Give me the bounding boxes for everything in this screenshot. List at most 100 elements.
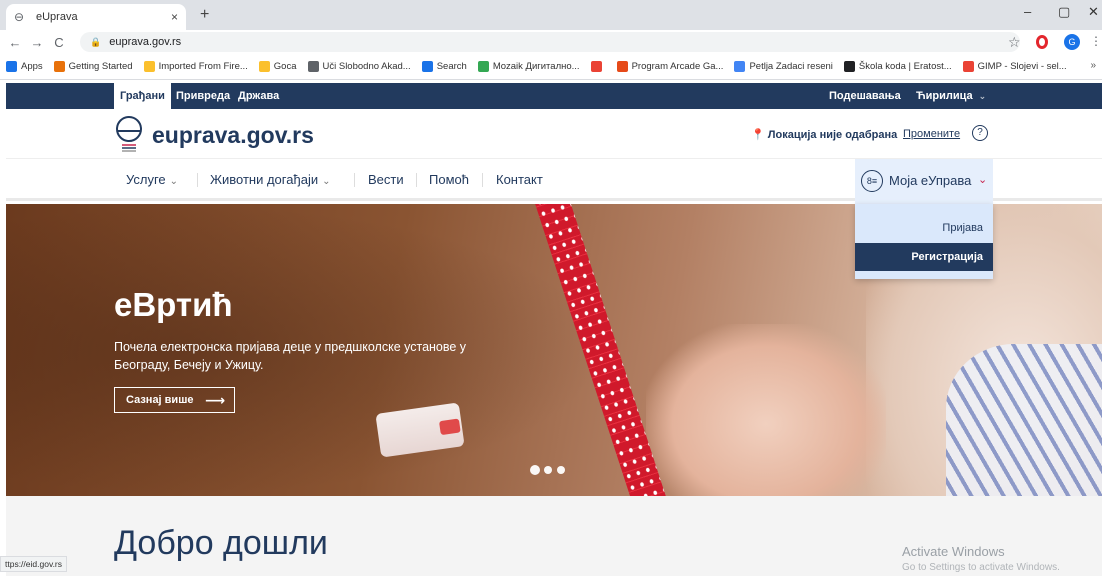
status-bar-url: ttps://eid.gov.rs <box>0 556 68 572</box>
script-label: Ћирилица <box>916 90 973 102</box>
location-pin-icon: 📍 <box>751 129 768 141</box>
nav-separator <box>354 173 355 187</box>
carousel-dot[interactable] <box>557 466 565 474</box>
reload-icon[interactable]: C <box>48 35 70 50</box>
bookmark-label: Imported From Fire... <box>158 61 248 72</box>
bookmark-label: Petlja Zadaci reseni <box>749 61 833 72</box>
nav-separator <box>482 173 483 187</box>
forward-icon[interactable]: → <box>26 35 48 50</box>
lock-icon: 🔒 <box>90 36 102 47</box>
nav-news[interactable]: Вести <box>368 172 404 187</box>
bookmarks-bar: Apps Getting Started Imported From Fire...… <box>0 54 1102 80</box>
nav-life-events[interactable]: Животни догађаји ⌄ <box>210 172 330 187</box>
bookmark-icon <box>421 61 433 72</box>
bookmark-label: Goca <box>273 61 297 72</box>
bookmarks-overflow-icon[interactable]: » <box>1090 60 1096 71</box>
hero-title: еВртић <box>114 286 233 323</box>
nav-life-events-label: Животни догађаји <box>210 172 319 187</box>
bookmark-icon <box>962 61 974 72</box>
opera-extension-icon[interactable] <box>1036 35 1048 49</box>
tab-title: eUprava <box>36 11 78 23</box>
activate-windows-hint: Go to Settings to activate Windows. <box>902 562 1060 573</box>
euprava-favicon-icon: ⊖ <box>14 10 25 24</box>
bookmark-item[interactable]: Getting Started <box>53 61 133 72</box>
maximize-icon[interactable]: ▢ <box>1058 4 1070 20</box>
nav-separator <box>197 173 198 187</box>
bookmark-icon <box>616 61 628 72</box>
address-bar-row: ← → C 🔒 euprava.gov.rs ☆ G ⋮ <box>0 30 1102 54</box>
bookmark-label: Program Arcade Ga... <box>631 61 724 72</box>
bookmark-label: Getting Started <box>68 61 133 72</box>
my-euprava-menu-button[interactable]: 8≡ Моја еУправа ⌄ <box>855 159 993 204</box>
audience-citizens[interactable]: Грађани <box>114 83 171 109</box>
settings-link[interactable]: Подешавања <box>829 83 901 109</box>
brand-header: euprava.gov.rs 📍 Локација није одабрана … <box>6 109 1102 159</box>
bookmark-item[interactable]: Program Arcade Ga... <box>616 61 724 72</box>
close-window-icon[interactable]: ✕ <box>1088 4 1099 20</box>
bookmark-item[interactable]: Apps <box>6 61 43 72</box>
chevron-down-icon: ⌄ <box>322 176 331 187</box>
back-icon[interactable]: ← <box>4 35 26 50</box>
hero-hand-image <box>646 324 886 496</box>
bookmark-label: Uči Slobodno Akad... <box>322 61 411 72</box>
nav-contact[interactable]: Контакт <box>496 172 543 187</box>
minimize-icon[interactable]: – <box>1024 4 1031 19</box>
nav-services[interactable]: Услуге ⌄ <box>126 172 178 187</box>
hero-description: Почела електронска пријава деце у предшк… <box>114 340 467 372</box>
chevron-down-icon: ⌄ <box>169 176 179 187</box>
browser-tab[interactable]: ⊖ eUprava × <box>6 4 186 30</box>
user-card-icon: 8≡ <box>861 170 883 192</box>
audience-bar: Грађани Привреда Држава Подешавања Ћирил… <box>6 83 1102 109</box>
carousel-dots <box>531 466 570 474</box>
script-selector[interactable]: Ћирилица ⌄ <box>916 83 986 109</box>
register-menu-item[interactable]: Регистрација <box>855 243 993 271</box>
euprava-logo-icon[interactable] <box>114 115 144 155</box>
bookmark-item[interactable]: Search <box>421 61 467 72</box>
my-euprava-label: Моја еУправа <box>889 173 972 188</box>
welcome-section: Добро дошли Activate Windows Go to Setti… <box>6 496 1102 576</box>
audience-state[interactable]: Држава <box>232 83 285 109</box>
bookmark-item[interactable]: Mozaik Дигитално... <box>477 61 580 72</box>
change-location-link[interactable]: Промените <box>903 128 960 140</box>
carousel-dot[interactable] <box>544 466 552 474</box>
browser-tab-strip: ⊖ eUprava × + – ▢ ✕ <box>0 0 1102 30</box>
chevron-down-icon: ⌄ <box>978 174 988 186</box>
nav-services-label: Услуге <box>126 172 166 187</box>
bookmark-icon <box>53 61 65 72</box>
profile-avatar[interactable]: G <box>1064 34 1080 50</box>
bookmark-icon <box>143 61 155 72</box>
bookmark-item[interactable]: Goca <box>258 61 297 72</box>
location-text: Локација није одабрана <box>767 129 898 141</box>
nav-help[interactable]: Помоћ <box>429 172 469 187</box>
browser-menu-icon[interactable]: ⋮ <box>1090 34 1102 48</box>
bookmark-label: GIMP - Slojevi - sel... <box>977 61 1067 72</box>
nav-separator <box>416 173 417 187</box>
my-euprava-dropdown: Пријава Регистрација <box>855 204 993 279</box>
learn-more-label: Сазнај више <box>126 394 194 406</box>
url-field[interactable]: 🔒 euprava.gov.rs <box>80 32 1020 52</box>
bookmark-label: Mozaik Дигитално... <box>492 61 580 72</box>
bookmark-icon <box>6 61 17 72</box>
bookmark-item[interactable]: Imported From Fire... <box>143 61 248 72</box>
bookmark-item[interactable]: GIMP - Slojevi - sel... <box>962 61 1067 72</box>
chevron-down-icon: ⌄ <box>978 91 987 101</box>
audience-business[interactable]: Привреда <box>170 83 236 109</box>
tab-close-icon[interactable]: × <box>171 10 178 24</box>
bookmark-icon <box>734 61 746 72</box>
help-icon[interactable]: ? <box>972 125 988 141</box>
bookmark-label: Apps <box>21 61 43 72</box>
learn-more-button[interactable]: Сазнај више ⟶ <box>114 387 235 413</box>
bookmark-item[interactable]: Škola koda | Eratost... <box>843 61 952 72</box>
bookmark-item[interactable]: Petlja Zadaci reseni <box>734 61 833 72</box>
bookmark-item[interactable]: Uči Slobodno Akad... <box>307 61 411 72</box>
new-tab-button[interactable]: + <box>200 6 209 24</box>
bookmark-label: Škola koda | Eratost... <box>858 61 952 72</box>
site-title[interactable]: euprava.gov.rs <box>152 122 314 149</box>
location-status: 📍 Локација није одабрана <box>751 128 897 141</box>
bookmark-icon <box>258 61 270 72</box>
bookmark-icon <box>843 61 855 72</box>
login-menu-item[interactable]: Пријава <box>942 222 983 234</box>
bookmark-star-icon[interactable]: ☆ <box>1008 34 1021 51</box>
bookmark-item[interactable] <box>590 61 606 72</box>
carousel-dot[interactable] <box>531 466 539 474</box>
